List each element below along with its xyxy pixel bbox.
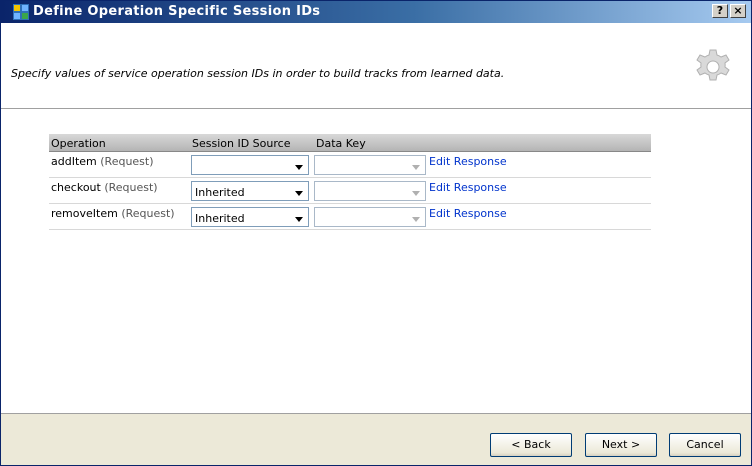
title-bar[interactable]: Define Operation Specific Session IDs ? … [1, 1, 751, 23]
help-button[interactable]: ? [712, 4, 728, 18]
session-id-source-dropdown[interactable]: Inherited [191, 181, 309, 201]
chevron-down-icon [295, 165, 303, 170]
session-id-source-dropdown[interactable]: Inherited [191, 207, 309, 227]
table-row: checkout (Request) Inherited Edit Respon… [49, 178, 651, 204]
column-header-operation[interactable]: Operation [51, 137, 106, 150]
operation-cell: checkout (Request) [51, 181, 158, 194]
chevron-down-icon [412, 191, 420, 196]
chevron-down-icon [412, 165, 420, 170]
session-id-source-value: Inherited [195, 212, 245, 225]
operation-name: removeItem [51, 207, 118, 220]
table-row: addItem (Request) Edit Response [49, 152, 651, 178]
column-header-data-key[interactable]: Data Key [316, 137, 366, 150]
chevron-down-icon [412, 217, 420, 222]
close-button[interactable]: × [730, 4, 746, 18]
data-key-dropdown[interactable] [314, 207, 426, 227]
edit-response-link[interactable]: Edit Response [429, 181, 507, 194]
operation-cell: addItem (Request) [51, 155, 154, 168]
operation-type: (Request) [100, 155, 154, 168]
app-icon [13, 4, 29, 20]
table-row: removeItem (Request) Inherited Edit Resp… [49, 204, 651, 230]
wizard-footer: < Back Next > Cancel [1, 413, 751, 465]
column-header-session-id-source[interactable]: Session ID Source [192, 137, 290, 150]
operation-type: (Request) [121, 207, 175, 220]
next-button[interactable]: Next > [585, 433, 657, 457]
wizard-header: Specify values of service operation sess… [1, 23, 751, 109]
operation-name: checkout [51, 181, 101, 194]
session-id-grid: Operation Session ID Source Data Key add… [49, 134, 651, 230]
data-key-dropdown[interactable] [314, 181, 426, 201]
gear-icon [696, 49, 730, 81]
grid-header: Operation Session ID Source Data Key [49, 134, 651, 152]
window-title: Define Operation Specific Session IDs [33, 4, 321, 19]
operation-cell: removeItem (Request) [51, 207, 175, 220]
cancel-button[interactable]: Cancel [669, 433, 741, 457]
instructions-text: Specify values of service operation sess… [11, 67, 505, 80]
chevron-down-icon [295, 191, 303, 196]
operation-type: (Request) [104, 181, 158, 194]
back-button[interactable]: < Back [490, 433, 572, 457]
edit-response-link[interactable]: Edit Response [429, 207, 507, 220]
content-area: Operation Session ID Source Data Key add… [1, 110, 751, 413]
session-id-source-value: Inherited [195, 186, 245, 199]
operation-name: addItem [51, 155, 97, 168]
data-key-dropdown[interactable] [314, 155, 426, 175]
chevron-down-icon [295, 217, 303, 222]
edit-response-link[interactable]: Edit Response [429, 155, 507, 168]
session-id-source-dropdown[interactable] [191, 155, 309, 175]
dialog-window: Define Operation Specific Session IDs ? … [0, 0, 752, 466]
